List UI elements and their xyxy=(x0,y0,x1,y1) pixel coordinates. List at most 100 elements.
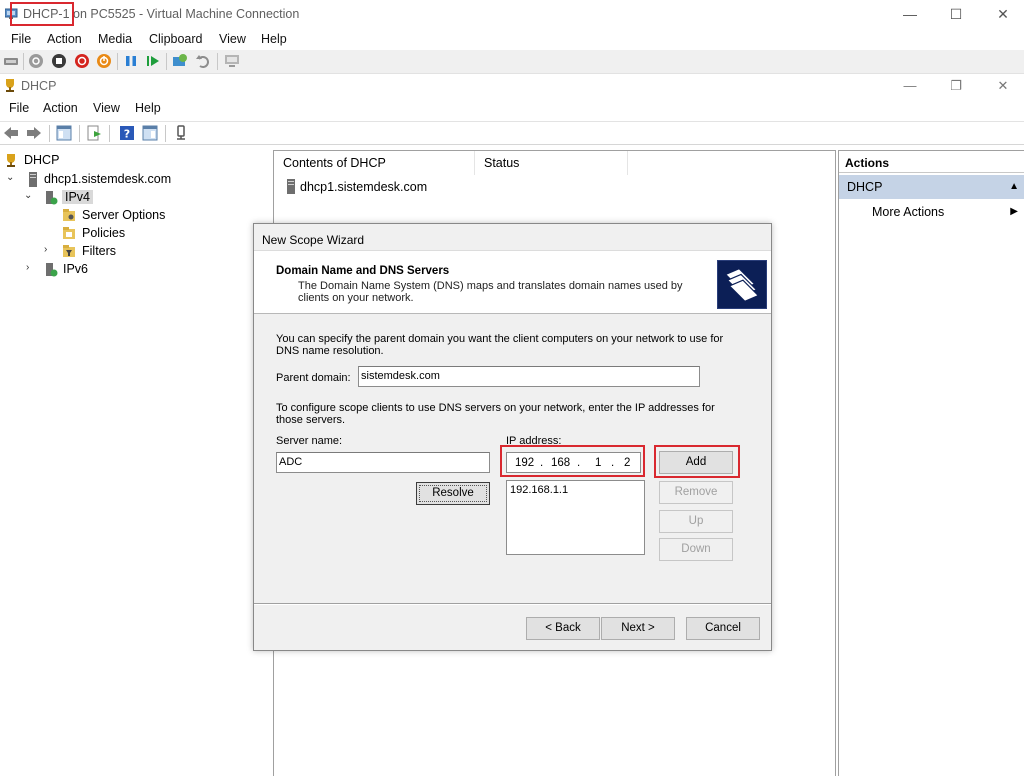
mmc-title-bar: DHCP — ❐ ✕ xyxy=(0,75,1024,97)
server-name-input[interactable]: ADC xyxy=(276,452,490,473)
list-item[interactable]: 192.168.1.1 xyxy=(510,484,641,496)
wizard-header: Domain Name and DNS Servers The Domain N… xyxy=(254,250,771,314)
mmc-minimize-button[interactable]: — xyxy=(899,78,921,94)
vm-toolbar xyxy=(0,50,1024,74)
pause-icon[interactable] xyxy=(123,53,139,69)
vm-menu-media[interactable]: Media xyxy=(98,32,132,46)
mmc-menu-help[interactable]: Help xyxy=(135,101,161,115)
parent-domain-input[interactable]: sistemdesk.com xyxy=(358,366,700,387)
server-name-label: Server name: xyxy=(276,435,343,447)
vm-menu-file[interactable]: File xyxy=(11,32,31,46)
power-icon[interactable] xyxy=(96,53,112,69)
tree-item-label: Server Options xyxy=(82,208,166,222)
maximize-button[interactable]: ☐ xyxy=(945,5,967,23)
wizard-title: New Scope Wizard xyxy=(262,233,365,247)
toolbar-separator xyxy=(23,53,24,70)
dhcp-trophy-icon xyxy=(7,154,15,167)
help-icon[interactable]: ? xyxy=(119,125,135,141)
expand-chevron-icon[interactable]: › xyxy=(26,262,38,273)
vm-menu-bar: File Action Media Clipboard View Help xyxy=(0,30,1024,50)
dns-ip-list[interactable]: 192.168.1.1 xyxy=(506,480,645,555)
expand-chevron-icon[interactable]: ⌄ xyxy=(24,190,36,201)
show-hide-console-tree-icon[interactable] xyxy=(56,125,72,141)
tree-item-label: IPv6 xyxy=(63,262,89,276)
wizard-folders-icon xyxy=(717,260,767,309)
mmc-menu-view[interactable]: View xyxy=(93,101,120,115)
ipv4-icon xyxy=(46,191,58,205)
filters-icon xyxy=(63,245,75,257)
server-icon xyxy=(287,179,295,194)
toolbar-separator xyxy=(117,53,118,70)
ip-highlight-box xyxy=(500,445,645,477)
back-button[interactable]: < Back xyxy=(526,617,600,640)
ctrl-alt-del-icon[interactable] xyxy=(3,53,19,69)
collapse-triangle-icon[interactable]: ▲ xyxy=(1009,181,1019,192)
actions-pane: Actions DHCP ▲ More Actions ▶ xyxy=(838,150,1024,776)
actions-section-label: DHCP xyxy=(847,180,883,194)
server-icon xyxy=(29,172,37,187)
column-header-status[interactable]: Status xyxy=(475,151,628,175)
revert-icon[interactable] xyxy=(195,53,211,69)
forward-icon[interactable] xyxy=(26,125,42,141)
toolbar-separator xyxy=(79,125,80,142)
vm-title-bar: DHCP-1 on PC5525 - Virtual Machine Conne… xyxy=(0,0,1024,30)
resume-icon[interactable] xyxy=(145,53,161,69)
shutdown-icon[interactable] xyxy=(74,53,90,69)
more-actions-item[interactable]: More Actions xyxy=(872,205,944,219)
toolbar-separator xyxy=(109,125,110,142)
mmc-toolbar: ? xyxy=(0,121,1024,145)
properties-icon[interactable] xyxy=(173,125,189,141)
vm-menu-help[interactable]: Help xyxy=(261,32,287,46)
title-highlight-box xyxy=(10,2,74,26)
new-scope-wizard-dialog: New Scope Wizard Domain Name and DNS Ser… xyxy=(253,223,772,651)
dhcp-trophy-icon xyxy=(6,79,14,92)
toolbar-separator xyxy=(165,125,166,142)
minimize-button[interactable]: — xyxy=(899,5,921,23)
turn-off-icon[interactable] xyxy=(51,53,67,69)
checkpoint-icon[interactable] xyxy=(172,53,188,69)
parent-domain-description: You can specify the parent domain you wa… xyxy=(276,333,724,357)
mmc-restore-button[interactable]: ❐ xyxy=(945,78,967,94)
list-item-label: dhcp1.sistemdesk.com xyxy=(300,180,428,194)
tree-item-label: Filters xyxy=(82,244,117,258)
next-button[interactable]: Next > xyxy=(601,617,675,640)
console-tree: DHCP ⌄ dhcp1.sistemdesk.com ⌄ IPv4 Serve… xyxy=(0,150,270,776)
down-button[interactable]: Down xyxy=(659,538,733,561)
expand-chevron-icon[interactable]: › xyxy=(44,244,56,255)
toolbar-separator xyxy=(217,53,218,70)
vm-menu-view[interactable]: View xyxy=(219,32,246,46)
mmc-menu-action[interactable]: Action xyxy=(43,101,78,115)
enhanced-session-icon[interactable] xyxy=(224,53,240,69)
tree-item-label: Policies xyxy=(82,226,126,240)
start-icon[interactable] xyxy=(28,53,44,69)
close-button[interactable]: ✕ xyxy=(992,5,1014,23)
back-icon[interactable] xyxy=(3,125,19,141)
tree-item-label: dhcp1.sistemdesk.com xyxy=(44,172,172,186)
policies-icon xyxy=(63,227,75,239)
actions-header: Actions xyxy=(839,151,1024,173)
export-list-icon[interactable] xyxy=(86,125,102,141)
remove-button[interactable]: Remove xyxy=(659,481,733,504)
expand-chevron-icon[interactable]: ⌄ xyxy=(6,172,18,183)
mmc-menu-bar: File Action View Help xyxy=(0,99,1024,119)
show-hide-action-pane-icon[interactable] xyxy=(142,125,158,141)
actions-section-dhcp[interactable]: DHCP ▲ xyxy=(839,175,1024,199)
toolbar-separator xyxy=(49,125,50,142)
submenu-arrow-icon[interactable]: ▶ xyxy=(1010,206,1018,217)
resolve-button[interactable]: Resolve xyxy=(416,482,490,505)
mmc-menu-file[interactable]: File xyxy=(9,101,29,115)
server-options-icon xyxy=(63,209,75,221)
column-header-name[interactable]: Contents of DHCP xyxy=(274,151,475,175)
cancel-button[interactable]: Cancel xyxy=(686,617,760,640)
svg-text:?: ? xyxy=(124,128,130,141)
tree-item-label: IPv4 xyxy=(62,190,94,204)
vm-menu-clipboard[interactable]: Clipboard xyxy=(149,32,203,46)
wizard-page-subheading: The Domain Name System (DNS) maps and tr… xyxy=(298,280,683,304)
toolbar-separator xyxy=(166,53,167,70)
mmc-window-title: DHCP xyxy=(21,79,57,93)
up-button[interactable]: Up xyxy=(659,510,733,533)
mmc-close-button[interactable]: ✕ xyxy=(992,78,1014,94)
parent-domain-label: Parent domain: xyxy=(276,372,351,384)
dns-servers-description: To configure scope clients to use DNS se… xyxy=(276,402,715,426)
vm-menu-action[interactable]: Action xyxy=(47,32,82,46)
